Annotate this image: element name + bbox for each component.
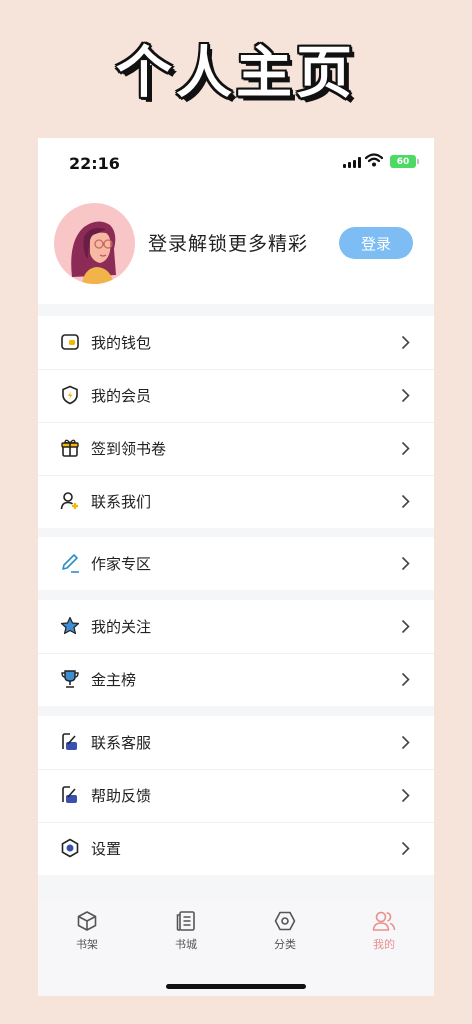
tab-label: 书城 — [175, 938, 197, 951]
menu-item-writer-zone[interactable]: 作家专区 — [38, 537, 434, 590]
menu-item-label: 我的会员 — [91, 387, 152, 405]
menu-item-label: 帮助反馈 — [91, 787, 152, 805]
member-shield-icon — [62, 385, 78, 405]
chevron-right-icon — [401, 619, 410, 634]
menu-item-contact-us[interactable]: 联系我们 — [38, 475, 434, 528]
menu-group-writer: 作家专区 — [38, 537, 434, 590]
profile-icon — [372, 911, 396, 931]
bookshelf-icon — [77, 911, 97, 931]
menu-item-label: 联系我们 — [91, 493, 152, 511]
menu-item-wallet[interactable]: 我的钱包 — [38, 316, 434, 369]
home-indicator[interactable] — [166, 984, 306, 989]
wallet-icon — [61, 334, 79, 350]
menu-item-label: 金主榜 — [91, 671, 137, 689]
tab-label: 我的 — [373, 938, 395, 951]
category-icon — [274, 911, 296, 931]
cellular-signal-icon — [343, 157, 361, 168]
menu-item-settings[interactable]: 设置 — [38, 822, 434, 875]
tab-bookstore[interactable]: 书城 — [156, 910, 216, 952]
menu-item-help-feedback[interactable]: 帮助反馈 — [38, 769, 434, 822]
menu-item-label: 设置 — [91, 840, 122, 858]
chevron-right-icon — [401, 441, 410, 456]
customer-service-icon — [62, 733, 77, 750]
menu-item-membership[interactable]: 我的会员 — [38, 369, 434, 422]
menu-item-customer-service[interactable]: 联系客服 — [38, 716, 434, 769]
pen-icon — [62, 554, 79, 573]
menu-item-label: 我的钱包 — [91, 334, 152, 352]
bookstore-icon — [176, 911, 195, 931]
menu-item-label: 我的关注 — [91, 618, 152, 636]
battery-level: 60 — [396, 156, 410, 167]
menu-item-sponsor-ranking[interactable]: 金主榜 — [38, 653, 434, 706]
menu-item-label: 作家专区 — [91, 555, 152, 573]
tab-label: 书架 — [76, 938, 98, 951]
wifi-icon — [365, 153, 383, 167]
profile-header: 登录解锁更多精彩 登录 — [38, 188, 434, 304]
menu-group-account: 我的钱包 我的会员 签到领书卷 联系我们 — [38, 316, 434, 528]
chevron-right-icon — [401, 335, 410, 350]
chevron-right-icon — [401, 735, 410, 750]
menu-group-social: 我的关注 金主榜 — [38, 600, 434, 706]
menu-item-label: 联系客服 — [91, 734, 152, 752]
tab-bookshelf[interactable]: 书架 — [57, 910, 117, 952]
contact-user-icon — [60, 492, 78, 510]
menu-item-checkin[interactable]: 签到领书卷 — [38, 422, 434, 475]
chevron-right-icon — [401, 556, 410, 571]
tab-label: 分类 — [274, 938, 296, 951]
gift-icon — [61, 439, 79, 457]
chevron-right-icon — [401, 388, 410, 403]
promo-banner: 个人主页 — [0, 28, 472, 109]
menu-group-support: 联系客服 帮助反馈 设置 — [38, 716, 434, 875]
status-bar: 22:16 60 — [38, 138, 434, 188]
avatar[interactable] — [54, 203, 135, 284]
chevron-right-icon — [401, 788, 410, 803]
star-icon — [60, 616, 80, 635]
menu-item-label: 签到领书卷 — [91, 440, 167, 458]
chevron-right-icon — [401, 494, 410, 509]
banner-title: 个人主页 — [116, 41, 356, 106]
trophy-icon — [61, 670, 79, 688]
avatar-illustration — [71, 221, 116, 284]
phone-screen: 22:16 60 登录解锁更多精彩 登录 我的钱包 我的会员 签到领书卷 联系我… — [38, 138, 434, 996]
chevron-right-icon — [401, 841, 410, 856]
settings-icon — [61, 838, 79, 858]
login-button[interactable]: 登录 — [339, 227, 413, 259]
bottom-tab-bar: 书架 书城 分类 我的 — [38, 900, 434, 996]
tab-profile[interactable]: 我的 — [354, 910, 414, 952]
status-time: 22:16 — [69, 154, 120, 173]
battery-icon: 60 — [390, 155, 419, 168]
login-prompt: 登录解锁更多精彩 — [148, 233, 309, 255]
chevron-right-icon — [401, 672, 410, 687]
feedback-icon — [62, 786, 77, 803]
tab-category[interactable]: 分类 — [255, 910, 315, 952]
menu-item-following[interactable]: 我的关注 — [38, 600, 434, 653]
